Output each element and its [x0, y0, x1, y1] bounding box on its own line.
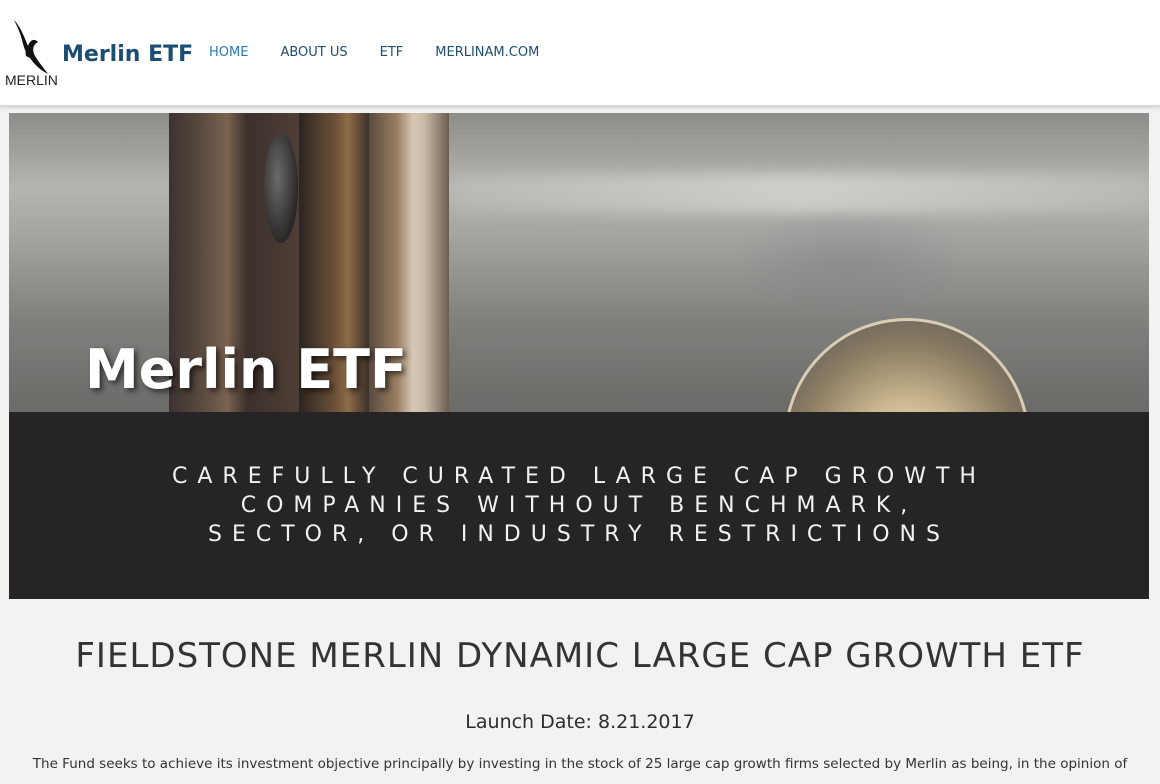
nav-etf[interactable]: ETF — [380, 45, 404, 60]
tagline-band: CAREFULLY CURATED LARGE CAP GROWTH COMPA… — [9, 412, 1149, 599]
brand-link[interactable]: Merlin ETF — [62, 42, 193, 67]
hero-banner: Merlin ETF — [9, 113, 1149, 412]
hero-title: Merlin ETF — [85, 338, 407, 401]
main-nav: HOME ABOUT US ETF MERLINAM.COM — [209, 45, 571, 60]
merlin-logo[interactable]: MERLIN — [4, 18, 62, 90]
fund-description: The Fund seeks to achieve its investment… — [32, 756, 1128, 772]
hero-background-blur — [449, 173, 1149, 213]
tagline-line-3: SECTOR, OR INDUSTRY RESTRICTIONS — [208, 522, 950, 547]
bird-icon — [14, 20, 48, 74]
hero-light-bulb — [784, 318, 1030, 412]
logo-wordmark: MERLIN — [5, 72, 58, 88]
fund-title: FIELDSTONE MERLIN DYNAMIC LARGE CAP GROW… — [75, 636, 1085, 676]
site-header: MERLIN Merlin ETF HOME ABOUT US ETF MERL… — [0, 0, 1160, 106]
nav-home[interactable]: HOME — [209, 45, 248, 60]
nav-merlinam[interactable]: MERLINAM.COM — [435, 45, 539, 60]
tagline-line-2: COMPANIES WITHOUT BENCHMARK, — [240, 493, 918, 518]
tagline-line-1: CAREFULLY CURATED LARGE CAP GROWTH — [172, 464, 986, 489]
launch-date: Launch Date: 8.21.2017 — [465, 711, 695, 733]
hero-door-knob — [264, 133, 298, 243]
tagline: CAREFULLY CURATED LARGE CAP GROWTH COMPA… — [69, 462, 1089, 549]
nav-about-us[interactable]: ABOUT US — [280, 45, 347, 60]
